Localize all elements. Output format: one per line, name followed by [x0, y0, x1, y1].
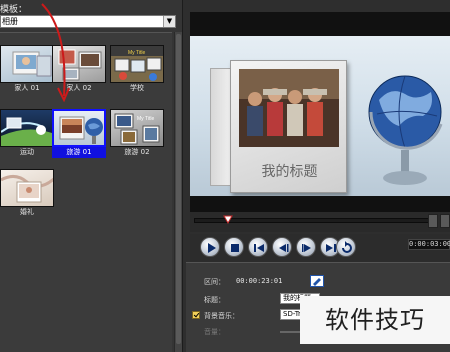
- previous-frame-button[interactable]: [272, 237, 292, 257]
- template-tile-travel-01[interactable]: 旅游 01: [52, 109, 106, 159]
- globe-icon: [368, 75, 443, 185]
- edit-icon: [313, 278, 321, 286]
- previous-frame-icon: [279, 244, 289, 252]
- chevron-down-icon[interactable]: ▼: [163, 16, 175, 27]
- template-thumbnail: My Title: [110, 45, 164, 83]
- next-frame-icon: [302, 244, 311, 252]
- trim-start-button[interactable]: [428, 214, 438, 228]
- background-music-label: 背景音乐：: [204, 312, 239, 320]
- stop-button[interactable]: [224, 237, 244, 257]
- timeline-bar: [190, 212, 450, 232]
- template-thumbnail: [0, 169, 54, 207]
- template-label: 运动: [20, 148, 34, 156]
- edit-title-button[interactable]: [310, 275, 324, 287]
- duration-label: 区间：: [204, 278, 225, 286]
- play-icon: [208, 243, 216, 253]
- template-label: 家人 02: [66, 84, 92, 92]
- template-tile-school[interactable]: My Title 学校: [110, 45, 164, 95]
- preview-stage: 我的标题: [190, 36, 450, 196]
- play-button[interactable]: [200, 237, 220, 257]
- family-photo: [239, 69, 339, 147]
- template-label: 学校: [130, 84, 144, 92]
- template-thumbnail: [52, 45, 106, 83]
- travel-thumbnail-art: [59, 116, 103, 144]
- watermark-text: 软件技巧: [300, 296, 450, 344]
- template-category-value: 相册: [2, 17, 18, 26]
- template-thumbnail: [0, 45, 54, 83]
- playhead-icon[interactable]: [223, 215, 233, 225]
- trim-buttons: [428, 214, 450, 228]
- template-thumbnail: My Title: [110, 109, 164, 147]
- frame-title-text: 我的标题: [261, 164, 318, 180]
- scrollbar-thumb[interactable]: [176, 34, 181, 344]
- photo-children-art: [239, 69, 339, 147]
- trim-end-button[interactable]: [440, 214, 450, 228]
- template-tile-family-01[interactable]: 家人 01: [0, 45, 54, 95]
- background-music-checkbox[interactable]: [192, 311, 200, 319]
- template-tile-wedding[interactable]: 婚礼: [0, 169, 54, 219]
- template-grid: 家人 01 家人 02 My Title 学校 运动 旅游 01 My Titl…: [0, 32, 172, 352]
- repeat-icon: [342, 241, 352, 253]
- wedding-thumbnail-art: [1, 175, 53, 203]
- template-label: 婚礼: [20, 208, 34, 216]
- my-title-thumb-text: My Title: [137, 116, 154, 122]
- frame-side-panel: [210, 68, 232, 186]
- template-category-dropdown[interactable]: 相册 ▼: [0, 15, 176, 28]
- template-thumbnail: [52, 109, 106, 147]
- next-frame-button[interactable]: [296, 237, 316, 257]
- template-label: 旅游 01: [52, 147, 106, 158]
- go-to-start-button[interactable]: [248, 237, 268, 257]
- preview-window: 我的标题: [190, 12, 450, 222]
- family-thumbnail-art: [58, 49, 102, 81]
- repeat-button[interactable]: [336, 237, 356, 257]
- template-label: 家人 01: [14, 84, 40, 92]
- timecode-display[interactable]: 0:00:03:00: [408, 239, 450, 250]
- title-label: 标题：: [204, 296, 225, 304]
- template-label: 旅游 02: [124, 148, 150, 156]
- volume-label: 音量：: [204, 328, 225, 336]
- skip-start-icon: [254, 244, 264, 252]
- photo-frame: 我的标题: [230, 60, 347, 193]
- my-title-thumb-text: My Title: [128, 50, 145, 56]
- template-tile-family-02[interactable]: 家人 02: [52, 45, 106, 95]
- stop-icon: [231, 244, 239, 252]
- template-tile-sports[interactable]: 运动: [0, 109, 54, 159]
- template-panel: 模板： 相册 ▼ 家人 01 家人 02 My Title 学校 运动 旅游 0…: [0, 0, 183, 352]
- template-panel-header: 模板：: [0, 5, 28, 15]
- family-thumbnail-art: [12, 51, 52, 77]
- template-tile-travel-02[interactable]: My Title 旅游 02: [110, 109, 164, 159]
- school-thumbnail-art: My Title: [111, 46, 163, 81]
- template-thumbnail: [0, 109, 54, 147]
- sports-thumbnail-art: [1, 117, 53, 146]
- duration-value[interactable]: 00:00:23:01: [236, 277, 282, 285]
- travel-thumbnail-art: My Title: [114, 113, 160, 145]
- template-scrollbar[interactable]: [174, 32, 182, 352]
